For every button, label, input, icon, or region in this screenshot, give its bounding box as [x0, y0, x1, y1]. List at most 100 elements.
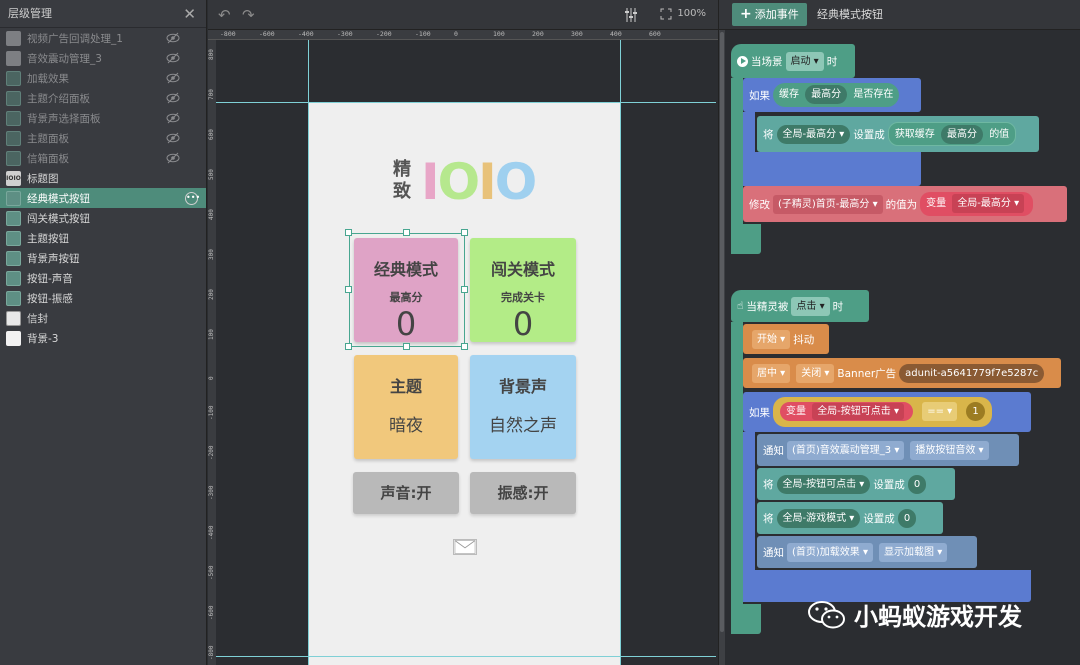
value-input[interactable]: 0: [897, 508, 917, 528]
eye-hidden-icon[interactable]: [166, 31, 180, 45]
challenge-mode-button[interactable]: 闯关模式 完成关卡 0: [470, 238, 576, 342]
eye-hidden-icon[interactable]: [166, 91, 180, 105]
trigger-dropdown[interactable]: 启动 ▾: [785, 51, 824, 71]
ruler-tick-label: -300: [337, 30, 353, 38]
layer-item[interactable]: 背景声选择面板: [0, 108, 206, 128]
set-variable-block[interactable]: 将 全局-最高分 ▾ 设置成 获取缓存 最高分 的值: [757, 116, 1039, 152]
card-title: 背景声: [498, 377, 547, 396]
start-dropdown[interactable]: 开始 ▾: [752, 329, 791, 349]
dropdown-value: (首页)音效震动管理_3: [792, 444, 892, 456]
close-icon[interactable]: ✕: [183, 0, 196, 28]
operator-dropdown[interactable]: == ▾: [922, 402, 958, 421]
vibrate-toggle-button[interactable]: 振感:开: [470, 472, 576, 514]
resize-handle[interactable]: [461, 286, 468, 293]
ruler-tick-label: -400: [298, 30, 314, 38]
layer-item[interactable]: 闯关模式按钮: [0, 208, 206, 228]
add-event-button[interactable]: + 添加事件: [732, 3, 807, 26]
trigger-dropdown[interactable]: 点击 ▾: [791, 296, 830, 316]
redo-icon[interactable]: ↷: [242, 6, 255, 24]
action-dropdown[interactable]: 播放按钮音效 ▾: [910, 440, 989, 460]
layer-item[interactable]: 主题面板: [0, 128, 206, 148]
sprite-dropdown[interactable]: (子精灵)首页-最高分 ▾: [773, 194, 883, 214]
if-block[interactable]: 如果 缓存 最高分 是否存在: [743, 78, 921, 112]
shake-block[interactable]: 开始 ▾ 抖动: [743, 324, 829, 354]
layer-item[interactable]: 背景声按钮: [0, 248, 206, 268]
target-dropdown[interactable]: (首页)加载效果 ▾: [787, 542, 874, 562]
sound-toggle-button[interactable]: 声音:开: [353, 472, 459, 514]
variable-value-block[interactable]: 变量 全局-按钮可点击 ▾: [780, 402, 913, 421]
image-node-icon: [6, 150, 21, 166]
more-options-icon[interactable]: •••: [185, 192, 200, 205]
zoom-level[interactable]: 100%: [677, 8, 706, 19]
compare-block[interactable]: 变量 全局-按钮可点击 ▾ == ▾ 1: [773, 397, 992, 427]
ruler-tick-label: -600: [208, 605, 215, 620]
resize-handle[interactable]: [345, 229, 352, 236]
adjust-sliders-icon[interactable]: [624, 7, 638, 23]
layer-item[interactable]: 视频广告回调处理_1: [0, 28, 206, 48]
eye-hidden-icon[interactable]: [166, 131, 180, 145]
layer-item[interactable]: 加载效果: [0, 68, 206, 88]
modify-sprite-block[interactable]: 修改 (子精灵)首页-最高分 ▾ 的值为 变量 全局-最高分 ▾: [743, 186, 1067, 222]
fit-screen-icon[interactable]: [660, 8, 672, 20]
dropdown-value: 开始: [757, 333, 777, 345]
if-block[interactable]: 如果 变量 全局-按钮可点击 ▾ == ▾ 1: [743, 392, 1031, 432]
undo-icon[interactable]: ↶: [218, 6, 231, 24]
theme-button[interactable]: 主题 暗夜: [354, 355, 458, 459]
resize-handle[interactable]: [461, 343, 468, 350]
close-dropdown[interactable]: 关闭 ▾: [796, 363, 835, 383]
variable-dropdown[interactable]: 全局-按钮可点击 ▾: [776, 474, 871, 494]
layer-item[interactable]: 按钮-振感: [0, 288, 206, 308]
layer-item[interactable]: 信箱面板: [0, 148, 206, 168]
layer-item[interactable]: 信封: [0, 308, 206, 328]
dropdown-value: ==: [927, 406, 944, 417]
layer-item[interactable]: 背景-3: [0, 328, 206, 348]
get-cache-block[interactable]: 获取缓存 最高分 的值: [887, 122, 1017, 146]
target-dropdown[interactable]: (首页)音效震动管理_3 ▾: [787, 440, 905, 460]
eye-hidden-icon[interactable]: [166, 111, 180, 125]
layer-item-label: 加载效果: [27, 72, 69, 85]
guide-line: [216, 656, 716, 657]
scene-start-event-block[interactable]: 当场景 启动 ▾ 时: [731, 44, 855, 78]
resize-handle[interactable]: [403, 343, 410, 350]
layer-item[interactable]: 主题按钮: [0, 228, 206, 248]
layer-item[interactable]: 音效震动管理_3: [0, 48, 206, 68]
selection-box[interactable]: [349, 233, 465, 347]
cache-exists-block[interactable]: 缓存 最高分 是否存在: [773, 83, 900, 107]
variable-dropdown[interactable]: 全局-最高分 ▾: [776, 124, 851, 144]
blocks-scrollbar[interactable]: [719, 30, 725, 665]
set-variable-block[interactable]: 将 全局-按钮可点击 ▾ 设置成 0: [757, 468, 955, 500]
eye-hidden-icon[interactable]: [166, 151, 180, 165]
variable-dropdown[interactable]: 全局-最高分 ▾: [952, 194, 1025, 213]
action-dropdown[interactable]: 显示加载图 ▾: [879, 542, 948, 562]
resize-handle[interactable]: [345, 286, 352, 293]
layer-item[interactable]: IOIO 标题图: [0, 168, 206, 188]
value-input[interactable]: 0: [907, 474, 927, 494]
variable-value-block[interactable]: 变量 全局-最高分 ▾: [920, 192, 1034, 216]
layer-item[interactable]: 主题介绍面板: [0, 88, 206, 108]
eye-hidden-icon[interactable]: [166, 51, 180, 65]
resize-handle[interactable]: [403, 229, 410, 236]
layer-item[interactable]: 经典模式按钮 •••: [0, 188, 206, 208]
compare-value-input[interactable]: 1: [966, 402, 985, 421]
eye-hidden-icon[interactable]: [166, 71, 180, 85]
layer-item[interactable]: 按钮-声音: [0, 268, 206, 288]
dropdown-value: 显示加载图: [884, 546, 935, 558]
watermark: 小蚂蚁游戏开发: [808, 597, 1022, 632]
resize-handle[interactable]: [345, 343, 352, 350]
sprite-click-event-block[interactable]: ☝ 当精灵被 点击 ▾ 时: [731, 290, 869, 322]
variable-dropdown[interactable]: 全局-游戏模式 ▾: [776, 508, 861, 528]
notify-block[interactable]: 通知 (首页)音效震动管理_3 ▾ 播放按钮音效 ▾: [757, 434, 1019, 466]
resize-handle[interactable]: [461, 229, 468, 236]
variable-dropdown[interactable]: 全局-按钮可点击 ▾: [812, 403, 904, 420]
cache-key-pill[interactable]: 最高分: [805, 85, 848, 104]
envelope-icon[interactable]: [453, 539, 477, 555]
adunit-input[interactable]: adunit-a5641779f7e5287c: [899, 363, 1045, 383]
cache-key-pill[interactable]: 最高分: [941, 125, 983, 144]
banner-ad-block[interactable]: 居中 ▾ 关闭 ▾ Banner广告 adunit-a5641779f7e528…: [743, 358, 1061, 388]
layer-item-label: 信封: [27, 312, 48, 325]
set-variable-block[interactable]: 将 全局-游戏模式 ▾ 设置成 0: [757, 502, 943, 534]
bgm-button[interactable]: 背景声 自然之声: [470, 355, 576, 459]
notify-block[interactable]: 通知 (首页)加载效果 ▾ 显示加载图 ▾: [757, 536, 977, 568]
ruler-tick-label: 800: [208, 49, 215, 60]
position-dropdown[interactable]: 居中 ▾: [752, 363, 791, 383]
